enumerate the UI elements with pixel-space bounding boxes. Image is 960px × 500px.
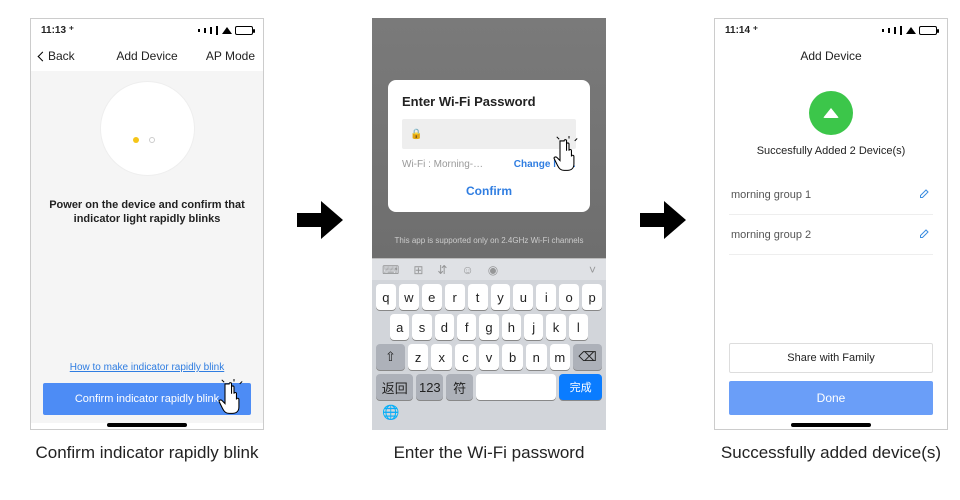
keyboard-key[interactable]: e <box>422 284 442 310</box>
keyboard-key[interactable]: 返回 <box>376 374 413 400</box>
kbd-toolbar-icon[interactable]: ⇵ <box>437 263 447 277</box>
done-button[interactable]: Done <box>729 381 933 415</box>
wifi-icon <box>222 27 232 34</box>
keyboard-key[interactable]: 完成 <box>559 374 602 400</box>
step1-caption: Confirm indicator rapidly blink <box>30 442 264 463</box>
keyboard-key[interactable]: b <box>502 344 523 370</box>
edit-icon[interactable] <box>919 227 931 242</box>
keyboard-key[interactable] <box>476 374 556 400</box>
battery-icon <box>235 26 253 35</box>
device-row: morning group 2 <box>729 215 933 255</box>
keyboard: ⌨ ⊞ ⇵ ☺ ◉ ˅ qwertyuiop asdfghjkl ⇧zxcvbn… <box>372 258 606 430</box>
status-bar: 11:14 ⁺ <box>715 19 947 41</box>
keyboard-key[interactable]: q <box>376 284 396 310</box>
keyboard-key[interactable]: g <box>479 314 498 340</box>
keyboard-key[interactable]: k <box>546 314 565 340</box>
ap-mode-link[interactable]: AP Mode <box>200 49 255 63</box>
keyboard-key[interactable]: p <box>582 284 602 310</box>
battery-icon <box>919 26 937 35</box>
status-time: 11:13 ⁺ <box>41 25 74 36</box>
nav-bar: Add Device <box>715 41 947 71</box>
keyboard-key[interactable]: a <box>390 314 409 340</box>
keyboard-key[interactable]: i <box>536 284 556 310</box>
phone-screen-step1: 11:13 ⁺ Back Add Device AP Mode Power on… <box>30 18 264 430</box>
keyboard-key[interactable]: o <box>559 284 579 310</box>
instruction-text: Power on the device and confirm that ind… <box>43 198 251 227</box>
wifi-name-label: Wi-Fi : Morning-… <box>402 159 483 170</box>
status-icons <box>198 26 253 35</box>
keyboard-key[interactable]: 符 <box>446 374 473 400</box>
success-text: Succesfully Added 2 Device(s) <box>729 145 933 157</box>
keyboard-key[interactable]: d <box>435 314 454 340</box>
page-title: Add Device <box>116 49 177 63</box>
device-name: morning group 2 <box>731 229 811 241</box>
keyboard-key[interactable]: x <box>431 344 452 370</box>
arrow-right-icon <box>638 195 688 245</box>
device-row: morning group 1 <box>729 175 933 215</box>
page-title: Add Device <box>800 49 861 63</box>
keyboard-key[interactable]: w <box>399 284 419 310</box>
change-network-link[interactable]: Change Ne… <box>514 159 576 170</box>
modal-title: Enter Wi-Fi Password <box>402 94 576 109</box>
home-indicator <box>791 423 871 427</box>
indicator-illustration <box>100 81 195 176</box>
keyboard-key[interactable]: f <box>457 314 476 340</box>
keyboard-key[interactable]: l <box>569 314 588 340</box>
confirm-blink-button[interactable]: Confirm indicator rapidly blink <box>43 383 251 415</box>
confirm-button[interactable]: Confirm <box>402 178 576 204</box>
globe-icon[interactable]: 🌐 <box>382 404 399 421</box>
password-input[interactable]: 🔒 <box>402 119 576 149</box>
nav-bar: Back Add Device AP Mode <box>31 41 263 71</box>
keyboard-key[interactable]: u <box>513 284 533 310</box>
kbd-toolbar-icon[interactable]: ◉ <box>488 263 498 277</box>
kbd-toolbar-icon[interactable]: ⊞ <box>413 263 423 277</box>
keyboard-key[interactable]: j <box>524 314 543 340</box>
phone-screen-step3: 11:14 ⁺ Add Device Succesfully Added 2 D… <box>714 18 948 430</box>
kbd-toolbar-icon[interactable]: ˅ <box>589 263 596 277</box>
device-name: morning group 1 <box>731 189 811 201</box>
home-indicator <box>107 423 187 427</box>
kbd-toolbar-icon[interactable]: ⌨ <box>382 263 399 277</box>
status-bar: 11:13 ⁺ <box>31 19 263 41</box>
keyboard-key[interactable]: 123 <box>416 374 443 400</box>
wifi-password-modal: Enter Wi-Fi Password 🔒 Wi-Fi : Morning-…… <box>388 80 590 212</box>
keyboard-key[interactable]: ⌫ <box>573 344 602 370</box>
keyboard-key[interactable]: t <box>468 284 488 310</box>
success-wifi-icon <box>809 91 853 135</box>
arrow-right-icon <box>295 195 345 245</box>
back-button[interactable]: Back <box>39 49 94 63</box>
step2-caption: Enter the Wi-Fi password <box>372 442 606 463</box>
keyboard-key[interactable]: y <box>491 284 511 310</box>
kbd-toolbar-icon[interactable]: ☺ <box>461 263 473 277</box>
keyboard-key[interactable]: h <box>502 314 521 340</box>
keyboard-key[interactable]: z <box>408 344 429 370</box>
wifi-icon <box>906 27 916 34</box>
keyboard-key[interactable]: ⇧ <box>376 344 405 370</box>
keyboard-key[interactable]: c <box>455 344 476 370</box>
keyboard-key[interactable]: n <box>526 344 547 370</box>
chevron-left-icon <box>38 52 48 62</box>
footnote-text: This app is supported only on 2.4GHz Wi-… <box>372 236 606 245</box>
lock-icon: 🔒 <box>410 129 422 140</box>
edit-icon[interactable] <box>919 187 931 202</box>
status-icons <box>882 26 937 35</box>
keyboard-key[interactable]: s <box>412 314 431 340</box>
keyboard-key[interactable]: r <box>445 284 465 310</box>
keyboard-key[interactable]: m <box>550 344 571 370</box>
phone-screen-step2: Enter Wi-Fi Password 🔒 Wi-Fi : Morning-…… <box>372 18 606 430</box>
help-link[interactable]: How to make indicator rapidly blink <box>43 362 251 373</box>
keyboard-key[interactable]: v <box>479 344 500 370</box>
status-time: 11:14 ⁺ <box>725 25 758 36</box>
share-with-family-button[interactable]: Share with Family <box>729 343 933 373</box>
step3-caption: Successfully added device(s) <box>714 442 948 463</box>
